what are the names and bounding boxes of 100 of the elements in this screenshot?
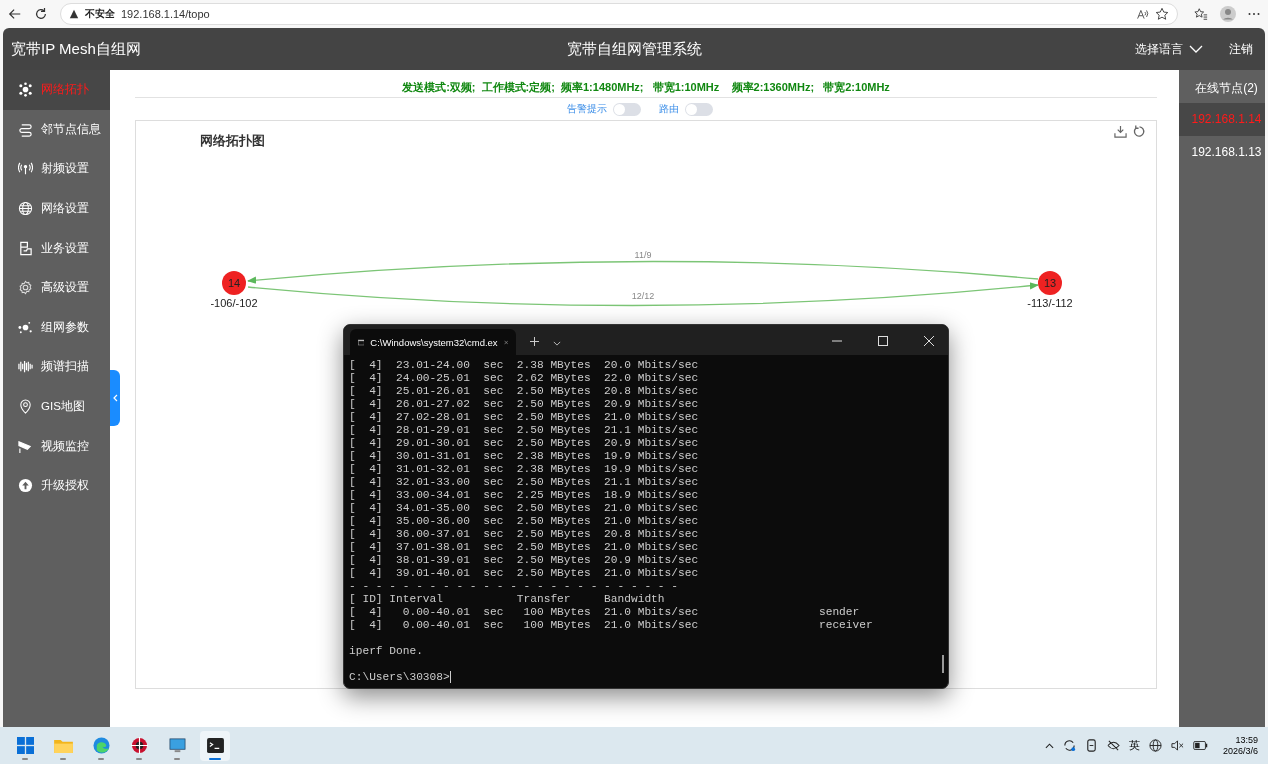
profile-icon[interactable] — [1220, 6, 1236, 22]
terminal-line: [ 4] 31.01-32.01 sec 2.38 MBytes 19.9 Mbits/sec — [349, 463, 700, 476]
terminal-tab[interactable]: C:\Windows\system32\cmd.ex — [350, 329, 516, 355]
sidebar-item[interactable]: 升级授权 — [3, 465, 110, 506]
terminal-line: [ 4] 30.01-31.01 sec 2.38 MBytes 19.9 Mbits/sec — [349, 450, 700, 463]
refresh-icon[interactable] — [1133, 125, 1146, 138]
globe-icon[interactable] — [1148, 739, 1162, 752]
terminal-line: [ 4] 32.01-33.00 sec 2.50 MBytes 21.1 Mbits/sec — [349, 476, 700, 489]
read-aloud-icon[interactable] — [1136, 7, 1149, 21]
reload-icon[interactable] — [34, 7, 48, 21]
speaker-muted-icon[interactable] — [1170, 739, 1184, 752]
sidebar-item[interactable]: GIS地图 — [3, 386, 110, 427]
sidebar-item[interactable]: 视频监控 — [3, 426, 110, 466]
terminal-line: [ ID] Interval Transfer Bandwidth — [349, 593, 666, 606]
terminal-line: [ 4] 27.02-28.01 sec 2.50 MBytes 21.0 Mbits/sec — [349, 411, 700, 424]
node-label: 13 — [1043, 277, 1057, 289]
console-icon — [358, 336, 365, 348]
nodes-icon — [18, 319, 33, 335]
maximize-icon[interactable] — [878, 336, 888, 346]
toggle-switch[interactable] — [613, 102, 641, 116]
camera-icon — [18, 438, 33, 454]
tab-title: C:\Windows\system32\cmd.ex — [370, 336, 498, 348]
monitor-icon — [168, 737, 186, 754]
sidebar-item[interactable]: 网络设置 — [3, 188, 110, 229]
brand-title: 宽带IP Mesh自组网 — [11, 39, 141, 59]
terminal-line: [ 4] 29.01-30.01 sec 2.50 MBytes 20.9 Mbits/sec — [349, 437, 700, 450]
gear-icon — [18, 280, 33, 296]
terminal-line: [ 4] 0.00-40.01 sec 100 MBytes 21.0 Mbits/sec receiver — [349, 619, 874, 632]
toggle-label: 告警提示 — [567, 102, 607, 116]
terminal-line: [ 4] 23.01-24.00 sec 2.38 MBytes 20.0 Mbits/sec — [349, 359, 700, 372]
input-method[interactable]: 英 — [1128, 738, 1140, 753]
sidebar-item[interactable]: 频谱扫描 — [3, 347, 110, 387]
terminal-line: iperf Done. — [349, 645, 424, 658]
chevron-up-icon[interactable] — [1044, 742, 1054, 749]
terminal-line: [ 4] 24.00-25.01 sec 2.62 MBytes 22.0 Mbits/sec — [349, 372, 700, 385]
terminal-prompt[interactable]: C:\Users\30308> — [349, 671, 943, 684]
favorites-icon[interactable] — [1194, 7, 1208, 21]
node-circle[interactable] — [1038, 271, 1062, 295]
browser-icon — [92, 737, 110, 754]
sync-icon[interactable] — [1062, 739, 1076, 752]
address-bar[interactable]: 不安全 192.168.1.14/topo — [60, 3, 1178, 25]
status-line: 发送模式:双频; 工作模式:定频; 频率1:1480MHz; 带宽1:10MHz 频率2:1360MHz; 带宽2:10MHz — [135, 70, 1157, 98]
more-icon[interactable] — [1248, 12, 1260, 16]
upload-icon — [18, 478, 33, 494]
back-icon[interactable] — [8, 7, 22, 21]
panel-title: 在线节点(2) — [1194, 80, 1259, 97]
node-signal: -113/-112 — [1027, 297, 1073, 309]
crosshair-icon — [130, 737, 148, 754]
toggle-switch[interactable] — [685, 102, 713, 116]
terminal-line: [ 4] 35.00-36.00 sec 2.50 MBytes 21.0 Mbits/sec — [349, 515, 700, 528]
warning-icon — [69, 9, 79, 19]
sidebar-item[interactable]: 高级设置 — [3, 267, 110, 308]
chevron-down-icon — [1189, 45, 1203, 53]
taskbar-app[interactable] — [200, 730, 230, 761]
terminal-icon — [206, 738, 224, 753]
scrollbar-thumb[interactable] — [942, 655, 944, 673]
link-label: 11/9 — [634, 250, 652, 260]
inbox-icon — [18, 240, 33, 256]
battery-icon[interactable] — [1192, 741, 1208, 750]
terminal-line: - - - - - - - - - - - - - - - - - - - - - - - - - — [349, 580, 679, 593]
terminal-line: [ 4] 28.01-29.01 sec 2.50 MBytes 21.1 Mbits/sec — [349, 424, 700, 437]
node-list-item[interactable]: 192.168.1.13 — [1179, 136, 1265, 169]
download-icon[interactable] — [1114, 125, 1127, 138]
logout-link[interactable]: 注销 — [1229, 40, 1253, 58]
device-icon[interactable] — [1084, 739, 1098, 752]
system-title: 宽带自组网管理系统 — [566, 39, 702, 59]
node-circle[interactable] — [222, 271, 246, 295]
language-select[interactable]: 选择语言 — [1135, 40, 1203, 58]
star-icon[interactable] — [1155, 7, 1169, 21]
terminal-line: [ 4] 33.00-34.01 sec 2.25 MBytes 18.9 Mbits/sec — [349, 489, 700, 502]
close-icon[interactable] — [924, 336, 934, 346]
sidebar-item[interactable]: 组网参数 — [3, 307, 110, 348]
terminal-line: [ 4] 39.01-40.01 sec 2.50 MBytes 21.0 Mbits/sec — [349, 567, 700, 580]
toggle-label: 路由 — [659, 102, 679, 116]
location-pin-icon — [18, 399, 33, 415]
terminal-line: [ 4] 25.01-26.01 sec 2.50 MBytes 20.8 Mbits/sec — [349, 385, 700, 398]
link-label: 12/12 — [631, 291, 655, 301]
spectrum-icon — [18, 359, 33, 375]
clock-date[interactable]: 2026/3/6 — [1222, 745, 1258, 757]
security-label: 不安全 — [85, 7, 115, 21]
sidebar-item[interactable]: 邻节点信息 — [3, 109, 110, 150]
node-signal: -106/-102 — [210, 297, 258, 309]
terminal-line: [ 4] 0.00-40.01 sec 100 MBytes 21.0 Mbits/sec sender — [349, 606, 861, 619]
collapse-tab[interactable] — [110, 370, 120, 426]
antenna-icon — [18, 161, 33, 177]
sidebar-item[interactable]: 射频设置 — [3, 149, 110, 189]
new-tab-icon[interactable] — [530, 337, 539, 346]
dropdown-icon[interactable] — [553, 341, 561, 346]
network-icon — [18, 82, 33, 98]
terminal-line: [ 4] 37.01-38.01 sec 2.50 MBytes 21.0 Mbits/sec — [349, 541, 700, 554]
folder-icon — [53, 738, 73, 753]
terminal-line: [ 4] 38.01-39.01 sec 2.50 MBytes 20.9 Mbits/sec — [349, 554, 700, 567]
eye-off-icon[interactable] — [1106, 739, 1120, 752]
sidebar-item[interactable]: 业务设置 — [3, 228, 110, 268]
terminal-line: [ 4] 36.00-37.01 sec 2.50 MBytes 20.8 Mbits/sec — [349, 528, 700, 541]
route-icon — [18, 121, 33, 137]
terminal-line: [ 4] 34.01-35.00 sec 2.50 MBytes 21.0 Mbits/sec — [349, 502, 700, 515]
clock-time[interactable]: 13:59 — [1235, 734, 1258, 746]
windows-logo-icon — [16, 737, 34, 754]
node-label: 14 — [227, 277, 241, 289]
